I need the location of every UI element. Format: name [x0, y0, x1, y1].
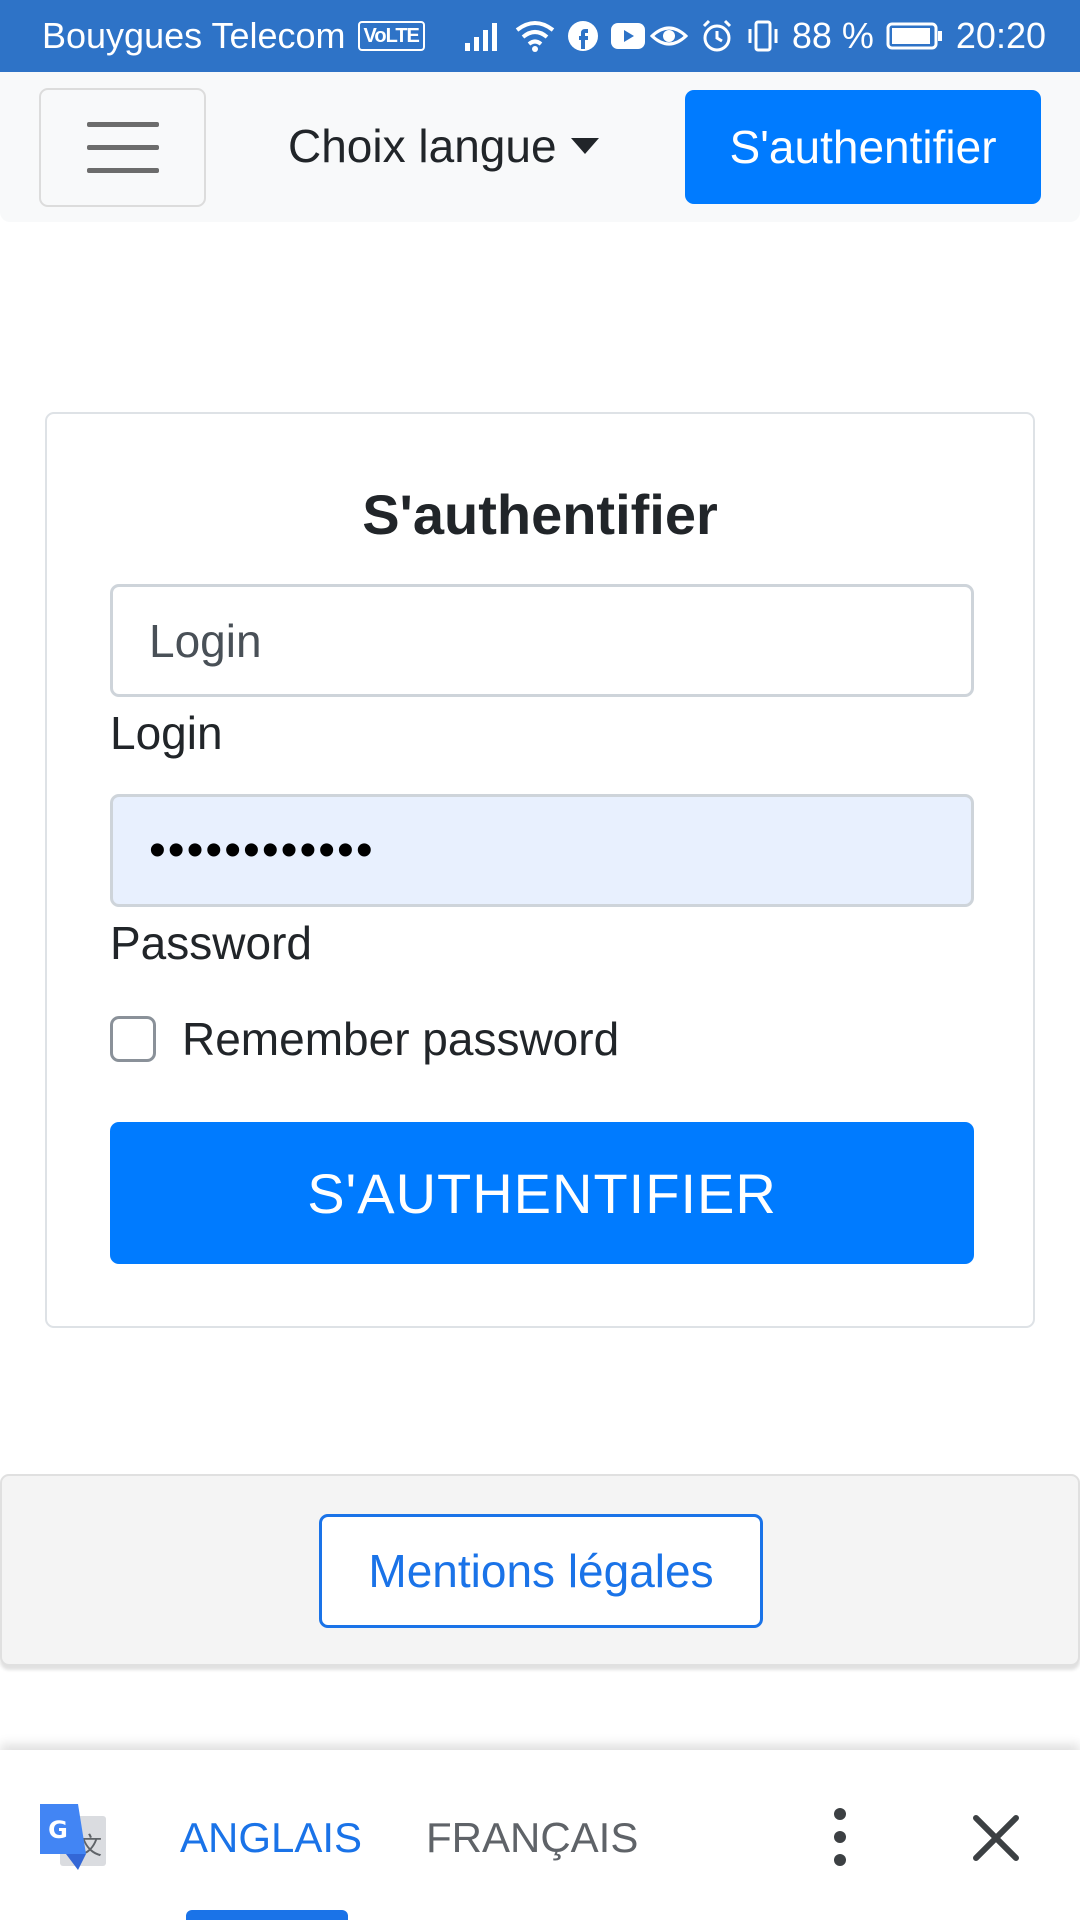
navbar: Choix langue S'authentifier — [0, 72, 1080, 222]
hamburger-menu-button[interactable] — [39, 88, 206, 207]
svg-text:G: G — [48, 1816, 68, 1844]
login-input[interactable]: Login — [110, 584, 974, 697]
remember-password-row[interactable]: Remember password — [110, 1012, 619, 1066]
password-label: Password — [110, 917, 312, 969]
status-right: 88 % 20:20 — [649, 15, 1046, 57]
login-title: S'authentifier — [362, 483, 718, 546]
tab-source-language[interactable]: ANGLAIS — [180, 1814, 362, 1862]
wifi-icon — [515, 20, 555, 52]
translate-bar: 文 G ANGLAIS FRANÇAIS — [0, 1750, 1080, 1920]
menu-line — [86, 122, 159, 127]
more-options-icon[interactable] — [820, 1808, 860, 1866]
language-dropdown[interactable]: Choix langue — [288, 118, 599, 174]
carrier-name: Bouygues Telecom — [42, 15, 346, 56]
signal-icon — [463, 21, 503, 51]
legal-notice-button[interactable]: Mentions légales — [319, 1514, 763, 1628]
volte-badge: VoLTE — [357, 21, 425, 51]
menu-line — [86, 168, 159, 173]
remember-password-checkbox[interactable] — [110, 1016, 156, 1062]
caret-down-icon — [570, 138, 599, 154]
alarm-icon — [700, 19, 734, 53]
youtube-icon — [610, 23, 645, 49]
status-bar: Bouygues Telecom VoLTE 88 % 20:20 — [0, 0, 1080, 72]
active-tab-indicator — [186, 1910, 348, 1920]
footer: Mentions légales — [0, 1474, 1080, 1666]
password-input[interactable]: •••••••••••• — [110, 794, 974, 907]
menu-line — [86, 145, 159, 150]
status-left: Bouygues Telecom VoLTE — [42, 15, 645, 57]
google-translate-icon[interactable]: 文 G — [38, 1802, 108, 1872]
language-dropdown-label: Choix langue — [288, 120, 557, 172]
close-icon[interactable] — [968, 1810, 1024, 1866]
battery-icon — [886, 22, 944, 50]
facebook-icon — [567, 20, 599, 52]
eye-icon — [649, 22, 688, 50]
tab-target-language[interactable]: FRANÇAIS — [426, 1814, 638, 1862]
submit-login-button[interactable]: S'AUTHENTIFIER — [110, 1122, 974, 1264]
remember-password-label: Remember password — [182, 1013, 620, 1065]
login-card: S'authentifier Login Login •••••••••••• … — [45, 412, 1035, 1328]
navbar-login-button[interactable]: S'authentifier — [685, 90, 1041, 204]
battery-percent: 88 % — [791, 15, 874, 56]
clock: 20:20 — [955, 15, 1046, 56]
login-label: Login — [110, 707, 223, 759]
vibrate-icon — [746, 19, 780, 53]
